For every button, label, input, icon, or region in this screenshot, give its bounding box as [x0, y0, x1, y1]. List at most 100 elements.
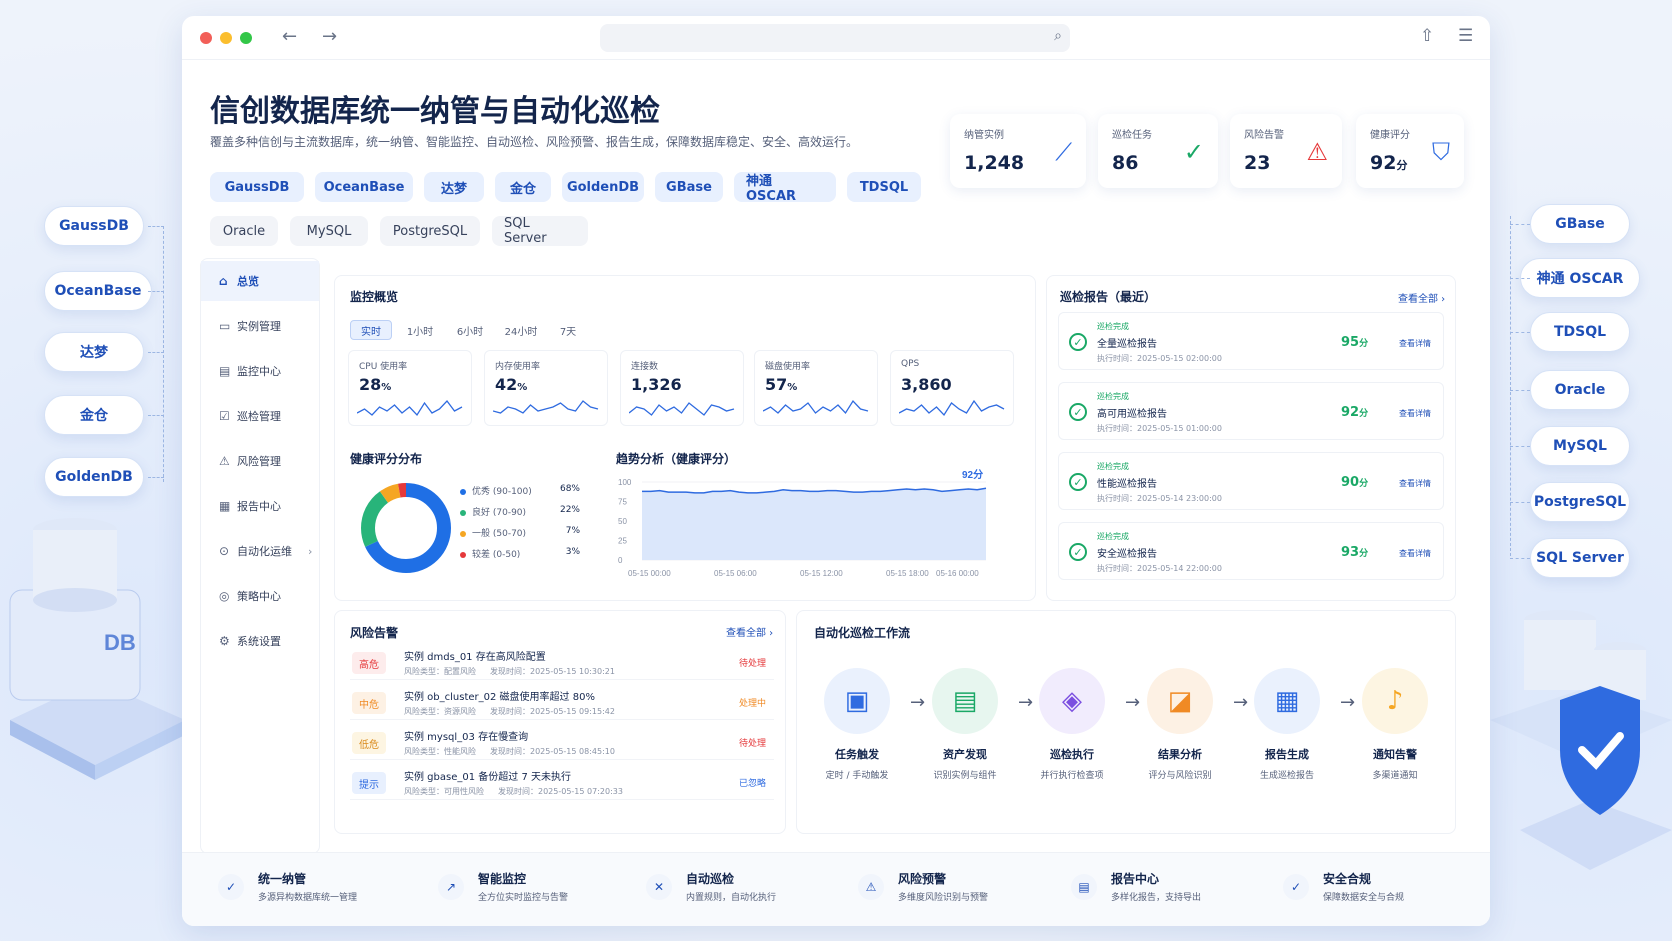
- sidebar-item[interactable]: ⌂ 总览: [201, 261, 319, 301]
- workflow-step-name: 巡检执行: [1050, 748, 1094, 761]
- address-bar[interactable]: ⌕: [600, 24, 1070, 52]
- db-pill-left[interactable]: 金仓: [44, 395, 144, 435]
- metric-number: 1,326: [631, 375, 682, 394]
- view-detail-link[interactable]: 查看详情: [1399, 478, 1431, 489]
- db-tag[interactable]: 金仓: [495, 172, 551, 202]
- minimize-window-button[interactable]: [220, 32, 232, 44]
- database-icon: ▭: [219, 319, 231, 333]
- db-tag[interactable]: MySQL: [290, 216, 368, 246]
- risk-status[interactable]: 处理中: [739, 696, 766, 709]
- db-tag[interactable]: PostgreSQL: [380, 216, 480, 246]
- metric-unit: %: [787, 382, 798, 393]
- db-tag[interactable]: SQL Server: [492, 216, 588, 246]
- risk-level-badge: 提示: [352, 772, 386, 794]
- sidebar-item[interactable]: ⊙ 自动化运维 ›: [201, 531, 319, 571]
- db-tag[interactable]: GBase: [655, 172, 723, 202]
- risk-status[interactable]: 待处理: [739, 736, 766, 749]
- maximize-window-button[interactable]: [240, 32, 252, 44]
- workflow-step-desc: 多渠道通知: [1372, 771, 1418, 781]
- db-pill-right[interactable]: GBase: [1530, 204, 1630, 244]
- reports-view-all-link[interactable]: 查看全部 ›: [1398, 290, 1445, 305]
- check-circle-icon: ✓: [1069, 543, 1087, 561]
- sidebar-item-label: 巡检管理: [237, 410, 281, 423]
- db-pill-left[interactable]: GaussDB: [44, 206, 144, 246]
- workflow-step[interactable]: ▦ 报告生成 生成巡检报告: [1242, 668, 1332, 781]
- report-status: 巡检完成: [1097, 392, 1129, 401]
- workflow-step[interactable]: ♪ 通知告警 多渠道通知: [1350, 668, 1440, 781]
- report-name: 性能巡检报告: [1097, 479, 1157, 490]
- y-tick-label: 100: [618, 478, 632, 487]
- db-pill-left[interactable]: OceanBase: [44, 271, 152, 311]
- legend-value: 3%: [565, 547, 580, 557]
- view-detail-link[interactable]: 查看详情: [1399, 548, 1431, 559]
- risk-item[interactable]: 低危 实例 mysql_03 存在慢查询 风险类型：性能风险 发现时间：2025-05…: [350, 726, 774, 760]
- sidebar-item[interactable]: ▦ 报告中心: [201, 486, 319, 526]
- db-tag[interactable]: GaussDB: [210, 172, 304, 202]
- db-pill-right[interactable]: 神通 OSCAR: [1520, 258, 1640, 298]
- workflow-step[interactable]: ◪ 结果分析 评分与风险识别: [1135, 668, 1225, 781]
- back-arrow-icon[interactable]: ←: [282, 26, 297, 47]
- report-item[interactable]: ✓ 巡检完成 高可用巡检报告 执行时间：2025-05-15 01:00:00 92分 查…: [1058, 382, 1444, 440]
- menu-icon[interactable]: ☰: [1458, 26, 1473, 46]
- report-score: 92分: [1341, 405, 1368, 420]
- risk-item[interactable]: 中危 实例 ob_cluster_02 磁盘使用率超过 80% 风险类型：资源风险 发…: [350, 686, 774, 720]
- stat-label: 纳管实例: [964, 130, 1004, 141]
- report-item[interactable]: ✓ 巡检完成 性能巡检报告 执行时间：2025-05-14 23:00:00 90分 查看…: [1058, 452, 1444, 510]
- time-range-tab[interactable]: 实时: [350, 320, 392, 340]
- time-range-tab[interactable]: 6小时: [448, 320, 492, 340]
- workflow-step[interactable]: ▣ 任务触发 定时 / 手动触发: [812, 668, 902, 781]
- db-pill-right[interactable]: MySQL: [1530, 426, 1630, 466]
- sidebar-item[interactable]: ▤ 监控中心: [201, 351, 319, 391]
- db-tag[interactable]: TDSQL: [847, 172, 921, 202]
- feature-desc: 多维度风险识别与预警: [898, 893, 989, 903]
- sidebar-item[interactable]: ▭ 实例管理: [201, 306, 319, 346]
- risk-type: 风险类型：资源风险: [404, 707, 476, 716]
- risk-item[interactable]: 提示 实例 gbase_01 备份超过 7 天未执行 风险类型：可用性风险 发现时间：…: [350, 766, 774, 800]
- forward-arrow-icon[interactable]: →: [322, 26, 337, 47]
- workflow-step-name: 任务触发: [835, 748, 879, 761]
- db-pill-right[interactable]: PostgreSQL: [1530, 482, 1630, 522]
- workflow-step[interactable]: ◈ 巡检执行 并行执行检查项: [1027, 668, 1117, 781]
- db-pill-left[interactable]: GoldenDB: [44, 457, 144, 497]
- time-range-tab[interactable]: 1小时: [398, 320, 442, 340]
- risk-item[interactable]: 高危 实例 dmds_01 存在高风险配置 风险类型：配置风险 发现时间：2025-0…: [350, 646, 774, 680]
- chart-analysis-icon: ◪: [1147, 668, 1213, 734]
- check-circle-icon: ✓: [1069, 333, 1087, 351]
- db-tag[interactable]: OceanBase: [315, 172, 413, 202]
- db-pill-left[interactable]: 达梦: [44, 332, 144, 372]
- risk-status[interactable]: 待处理: [739, 656, 766, 669]
- report-item[interactable]: ✓ 巡检完成 安全巡检报告 执行时间：2025-05-14 22:00:00 93分 查看…: [1058, 522, 1444, 580]
- view-detail-link[interactable]: 查看详情: [1399, 338, 1431, 349]
- view-detail-link[interactable]: 查看详情: [1399, 408, 1431, 419]
- db-tag[interactable]: Oracle: [210, 216, 278, 246]
- time-range-tab[interactable]: 7天: [550, 320, 586, 340]
- gear-icon: ⚙: [219, 634, 230, 648]
- metric-card: 连接数 1,326: [620, 350, 744, 426]
- db-tag[interactable]: 神通 OSCAR: [734, 172, 836, 204]
- db-pill-right[interactable]: SQL Server: [1530, 538, 1630, 578]
- sidebar-item[interactable]: ◎ 策略中心: [201, 576, 319, 616]
- db-tag[interactable]: 达梦: [424, 172, 484, 202]
- db-pill-right[interactable]: TDSQL: [1530, 312, 1630, 352]
- metric-number: 42: [495, 375, 518, 394]
- database-illustration-left: DB: [9, 518, 185, 780]
- search-icon[interactable]: ⌕: [1054, 28, 1062, 44]
- close-window-button[interactable]: [200, 32, 212, 44]
- risk-title: 实例 dmds_01 存在高风险配置: [404, 652, 546, 663]
- warning-icon: ⚠: [219, 454, 230, 468]
- risk-view-all-link[interactable]: 查看全部 ›: [726, 624, 773, 639]
- report-item[interactable]: ✓ 巡检完成 全量巡检报告 执行时间：2025-05-15 02:00:00 95分 查看…: [1058, 312, 1444, 370]
- risk-status[interactable]: 已忽略: [739, 776, 766, 789]
- db-pill-right[interactable]: Oracle: [1530, 370, 1630, 410]
- db-tag[interactable]: GoldenDB: [562, 172, 644, 202]
- sidebar-item[interactable]: ⚠ 风险管理: [201, 441, 319, 481]
- risk-level-badge: 高危: [352, 652, 386, 674]
- legend-swatch: [460, 509, 466, 516]
- share-icon[interactable]: ⇧: [1420, 26, 1434, 46]
- sidebar-item-label: 监控中心: [237, 365, 281, 378]
- workflow-step[interactable]: ▤ 资产发现 识别实例与组件: [920, 668, 1010, 781]
- sidebar-item[interactable]: ⚙ 系统设置: [201, 621, 319, 661]
- time-range-tab[interactable]: 24小时: [498, 320, 544, 340]
- sidebar-item[interactable]: ☑ 巡检管理: [201, 396, 319, 436]
- risk-type: 风险类型：配置风险: [404, 667, 476, 676]
